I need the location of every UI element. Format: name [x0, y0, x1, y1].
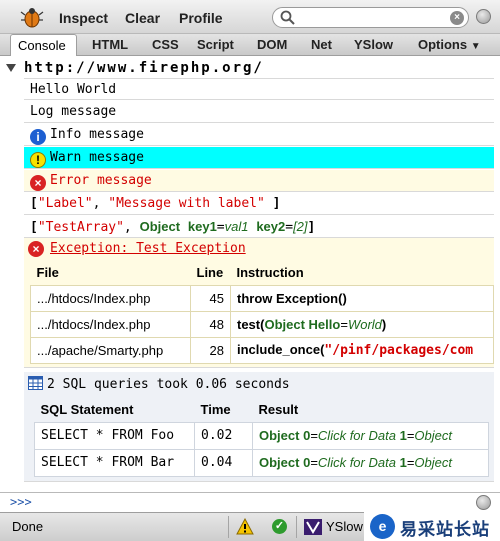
log-group-header[interactable]: http://www.firephp.org/: [0, 58, 494, 78]
inspect-button[interactable]: Inspect: [59, 10, 108, 26]
column-header: Line: [196, 265, 224, 281]
stack-trace-table: File Line Instruction .../htdocs/Index.p…: [30, 261, 494, 364]
trace-row[interactable]: .../htdocs/Index.php 48 test(Object Hell…: [30, 310, 494, 338]
command-prompt: >>>: [10, 495, 32, 509]
status-text: Done: [12, 519, 44, 534]
trace-row[interactable]: .../htdocs/Index.php 45 throw Exception(…: [30, 284, 494, 312]
watermark-logo: e: [370, 514, 395, 539]
info-icon: i: [30, 129, 46, 145]
tab-console[interactable]: Console: [10, 34, 77, 56]
expand-command-line-button[interactable]: [476, 495, 491, 510]
yslow-label[interactable]: YSlow: [326, 519, 363, 534]
options-menu[interactable]: Options ▼: [418, 37, 481, 52]
column-header: File: [36, 265, 59, 281]
exception-title[interactable]: Exception: Test Exception: [50, 238, 246, 259]
exception-block: × Exception: Test Exception File Line In…: [24, 238, 494, 368]
group-title: http://www.firephp.org/: [24, 60, 264, 76]
sql-table: SQL Statement Time Result SELECT * FROM …: [34, 398, 489, 477]
error-icon: ×: [28, 241, 44, 257]
window-close-button[interactable]: [476, 9, 491, 24]
sql-summary[interactable]: 2 SQL queries took 0.06 seconds: [28, 375, 290, 395]
label-row: ["Label", "Message with label" ]: [24, 193, 494, 215]
trace-row[interactable]: .../apache/Smarty.php 28 include_once("/…: [30, 336, 494, 364]
column-header: Instruction: [236, 265, 304, 281]
firebug-toolbar: Inspect Clear Profile ×: [0, 0, 500, 34]
column-header: Result: [258, 402, 299, 418]
panel-tabs: Console HTML CSS Script DOM Net YSlow Op…: [0, 34, 500, 56]
command-line[interactable]: >>>: [0, 492, 500, 512]
sql-row[interactable]: SELECT * FROM Foo 0.02 Object 0=Click fo…: [34, 421, 489, 450]
firebug-icon[interactable]: [20, 6, 44, 28]
twisty-open-icon[interactable]: [6, 64, 16, 72]
divider: [228, 516, 229, 538]
tab-yslow[interactable]: YSlow: [354, 37, 393, 52]
check-icon[interactable]: ✓: [272, 519, 287, 534]
sql-block: 2 SQL queries took 0.06 seconds SQL Stat…: [24, 372, 494, 482]
warning-icon: !: [30, 152, 46, 168]
search-icon: [280, 10, 295, 25]
error-icon: ×: [30, 175, 46, 191]
warning-icon[interactable]: [236, 518, 254, 535]
yslow-icon[interactable]: [304, 519, 322, 535]
watermark: e 易采站长站: [364, 512, 500, 541]
tab-dom[interactable]: DOM: [257, 37, 287, 52]
console-panel: http://www.firephp.org/ Hello World Log …: [0, 56, 500, 492]
column-header: SQL Statement: [40, 402, 134, 418]
info-row: i Info message: [24, 124, 494, 146]
column-header: Time: [200, 402, 231, 418]
tab-script[interactable]: Script: [197, 37, 234, 52]
log-row: Hello World: [24, 78, 494, 100]
array-row: ["TestArray", Object key1=val1 key2=[2]]: [24, 216, 494, 238]
tab-net[interactable]: Net: [311, 37, 332, 52]
object-link[interactable]: Object: [140, 219, 180, 234]
error-row: × Error message: [24, 170, 494, 192]
warn-row: ! Warn message: [24, 147, 494, 169]
sql-row[interactable]: SELECT * FROM Bar 0.04 Object 0=Click fo…: [34, 448, 489, 477]
tab-html[interactable]: HTML: [92, 37, 128, 52]
watermark-text: 易采站长站: [400, 520, 490, 539]
clear-search-icon[interactable]: ×: [450, 11, 464, 25]
log-row: Log message: [24, 101, 494, 123]
divider: [296, 516, 297, 538]
chevron-down-icon: ▼: [470, 41, 481, 52]
tab-css[interactable]: CSS: [152, 37, 179, 52]
table-icon: [28, 376, 43, 390]
clear-button[interactable]: Clear: [125, 10, 160, 26]
search-input[interactable]: ×: [272, 7, 469, 28]
profile-button[interactable]: Profile: [179, 10, 223, 26]
